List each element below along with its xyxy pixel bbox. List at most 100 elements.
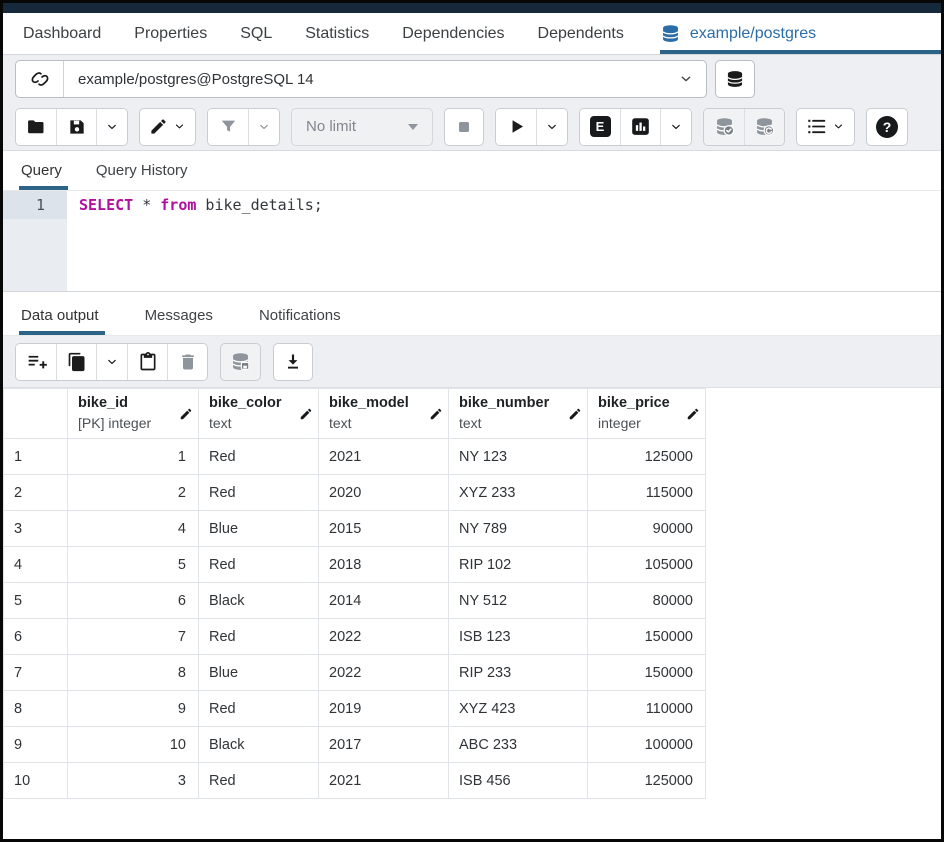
connection-status-button[interactable] (16, 61, 64, 97)
row-number[interactable]: 7 (3, 654, 68, 691)
grid-cell-bike_id[interactable]: 3 (67, 762, 199, 799)
grid-cell-bike_id[interactable]: 6 (67, 582, 199, 619)
tab-dashboard[interactable]: Dashboard (23, 25, 101, 43)
grid-cell-bike_id[interactable]: 7 (67, 618, 199, 655)
grid-cell-bike_model[interactable]: 2021 (318, 762, 449, 799)
explain-button[interactable]: E (580, 108, 620, 145)
column-header-bike_model[interactable]: bike_model text (318, 388, 449, 439)
edit-column-icon[interactable] (179, 407, 193, 421)
tab-sql[interactable]: SQL (240, 25, 272, 43)
column-header-bike_id[interactable]: bike_id [PK] integer (67, 388, 199, 439)
save-data-changes-button[interactable] (220, 342, 261, 381)
paste-button[interactable] (127, 343, 167, 380)
grid-cell-bike_id[interactable]: 5 (67, 546, 199, 583)
row-number[interactable]: 1 (3, 438, 68, 475)
grid-cell-bike_number[interactable]: RIP 102 (448, 546, 588, 583)
save-file-button[interactable] (56, 108, 96, 145)
tab-query-history[interactable]: Query History (96, 162, 188, 190)
grid-cell-bike_model[interactable]: 2022 (318, 654, 449, 691)
explain-analyze-button[interactable] (620, 108, 660, 145)
edit-menu-button[interactable] (139, 107, 196, 146)
save-options-button[interactable] (96, 108, 127, 145)
row-number[interactable]: 6 (3, 618, 68, 655)
grid-cell-bike_id[interactable]: 8 (67, 654, 199, 691)
grid-cell-bike_color[interactable]: Blue (198, 654, 319, 691)
edit-column-icon[interactable] (568, 407, 582, 421)
grid-cell-bike_color[interactable]: Black (198, 582, 319, 619)
new-connection-button[interactable] (715, 60, 755, 98)
row-number[interactable]: 2 (3, 474, 68, 511)
grid-cell-bike_price[interactable]: 150000 (587, 618, 706, 655)
grid-cell-bike_color[interactable]: Red (198, 762, 319, 799)
grid-cell-bike_color[interactable]: Blue (198, 510, 319, 547)
grid-cell-bike_model[interactable]: 2022 (318, 618, 449, 655)
open-file-button[interactable] (16, 108, 56, 145)
row-number[interactable]: 4 (3, 546, 68, 583)
grid-cell-bike_number[interactable]: NY 789 (448, 510, 588, 547)
row-number[interactable]: 5 (3, 582, 68, 619)
grid-cell-bike_price[interactable]: 125000 (587, 438, 706, 475)
grid-cell-bike_model[interactable]: 2019 (318, 690, 449, 727)
grid-cell-bike_number[interactable]: ISB 456 (448, 762, 588, 799)
execute-options-button[interactable] (536, 108, 567, 145)
grid-cell-bike_color[interactable]: Red (198, 618, 319, 655)
row-limit-select[interactable]: No limit (291, 107, 433, 146)
row-number[interactable]: 10 (3, 762, 68, 799)
grid-cell-bike_price[interactable]: 80000 (587, 582, 706, 619)
grid-cell-bike_id[interactable]: 2 (67, 474, 199, 511)
grid-cell-bike_color[interactable]: Black (198, 726, 319, 763)
download-results-button[interactable] (273, 342, 313, 381)
grid-cell-bike_color[interactable]: Red (198, 546, 319, 583)
grid-cell-bike_color[interactable]: Red (198, 438, 319, 475)
grid-cell-bike_number[interactable]: NY 512 (448, 582, 588, 619)
grid-cell-bike_model[interactable]: 2017 (318, 726, 449, 763)
sql-editor[interactable]: 1 SELECT * from bike_details; (3, 191, 941, 292)
tab-messages[interactable]: Messages (145, 307, 213, 335)
grid-cell-bike_number[interactable]: NY 123 (448, 438, 588, 475)
connection-dropdown[interactable]: example/postgres@PostgreSQL 14 (15, 60, 707, 98)
macro-menu-button[interactable] (796, 107, 855, 146)
tab-data-output[interactable]: Data output (19, 307, 105, 335)
grid-cell-bike_model[interactable]: 2015 (318, 510, 449, 547)
grid-cell-bike_price[interactable]: 110000 (587, 690, 706, 727)
tab-properties[interactable]: Properties (134, 25, 207, 43)
grid-cell-bike_model[interactable]: 2014 (318, 582, 449, 619)
grid-cell-bike_price[interactable]: 125000 (587, 762, 706, 799)
grid-cell-bike_model[interactable]: 2020 (318, 474, 449, 511)
delete-row-button[interactable] (167, 343, 207, 380)
grid-cell-bike_number[interactable]: ISB 123 (448, 618, 588, 655)
grid-cell-bike_price[interactable]: 150000 (587, 654, 706, 691)
grid-cell-bike_price[interactable]: 105000 (587, 546, 706, 583)
grid-cell-bike_price[interactable]: 100000 (587, 726, 706, 763)
rollback-button[interactable] (744, 108, 784, 145)
filter-button[interactable] (208, 108, 248, 145)
grid-cell-bike_model[interactable]: 2018 (318, 546, 449, 583)
add-row-button[interactable] (16, 343, 56, 380)
grid-cell-bike_id[interactable]: 9 (67, 690, 199, 727)
grid-cell-bike_number[interactable]: ABC 233 (448, 726, 588, 763)
explain-options-button[interactable] (660, 108, 691, 145)
row-number[interactable]: 9 (3, 726, 68, 763)
copy-button[interactable] (56, 343, 96, 380)
copy-options-button[interactable] (96, 343, 127, 380)
grid-cell-bike_color[interactable]: Red (198, 690, 319, 727)
sql-code-line[interactable]: SELECT * from bike_details; (67, 191, 941, 291)
row-number[interactable]: 3 (3, 510, 68, 547)
row-number[interactable]: 8 (3, 690, 68, 727)
column-header-bike_number[interactable]: bike_number text (448, 388, 588, 439)
grid-cell-bike_id[interactable]: 10 (67, 726, 199, 763)
tab-statistics[interactable]: Statistics (305, 25, 369, 43)
grid-cell-bike_price[interactable]: 90000 (587, 510, 706, 547)
commit-button[interactable] (704, 108, 744, 145)
execute-query-button[interactable] (496, 108, 536, 145)
grid-cell-bike_id[interactable]: 4 (67, 510, 199, 547)
grid-cell-bike_id[interactable]: 1 (67, 438, 199, 475)
grid-cell-bike_number[interactable]: XYZ 233 (448, 474, 588, 511)
edit-column-icon[interactable] (686, 407, 700, 421)
tab-dependents[interactable]: Dependents (538, 25, 624, 43)
edit-column-icon[interactable] (429, 407, 443, 421)
edit-column-icon[interactable] (299, 407, 313, 421)
grid-cell-bike_model[interactable]: 2021 (318, 438, 449, 475)
cancel-query-button[interactable] (444, 107, 484, 146)
tab-dependencies[interactable]: Dependencies (402, 25, 504, 43)
